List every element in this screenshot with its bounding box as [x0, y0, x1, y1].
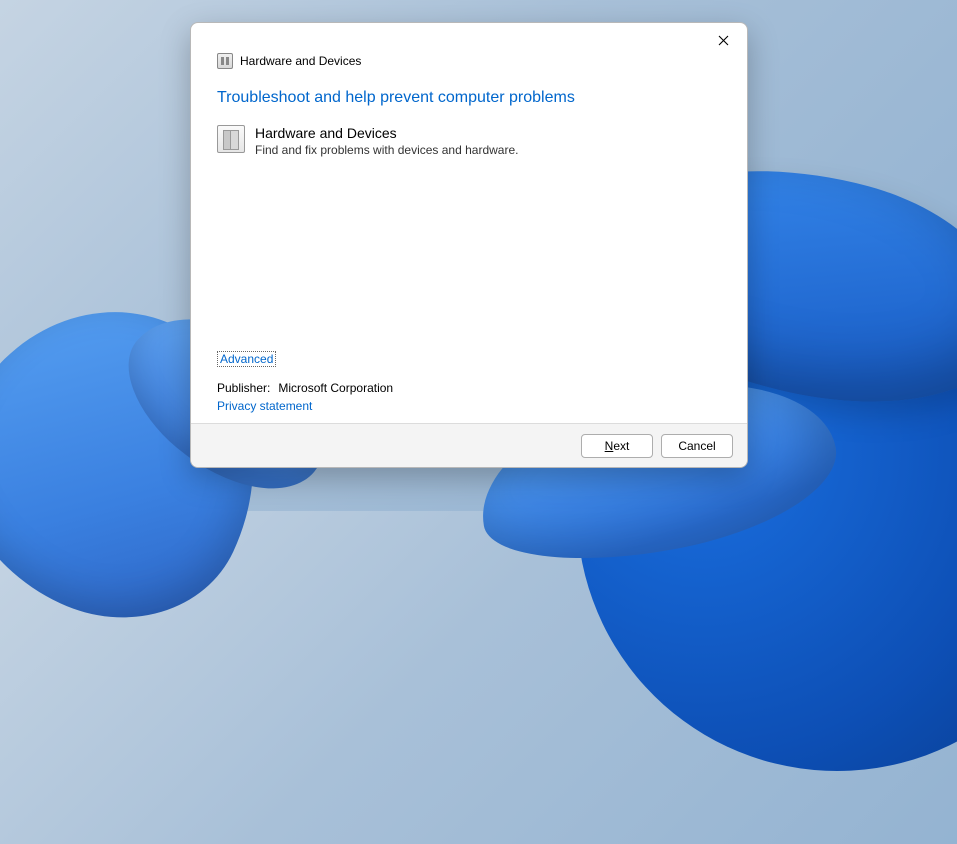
- next-button-rest: ext: [613, 439, 629, 453]
- hardware-devices-icon: [217, 53, 233, 69]
- publisher-row: Publisher: Microsoft Corporation: [217, 381, 721, 395]
- troubleshooter-dialog: Hardware and Devices Troubleshoot and he…: [190, 22, 748, 468]
- troubleshooter-title: Hardware and Devices: [255, 125, 518, 142]
- publisher-label: Publisher:: [217, 381, 270, 395]
- advanced-link[interactable]: Advanced: [217, 351, 276, 367]
- dialog-footer: Next Cancel: [191, 423, 747, 467]
- next-button-hotkey: N: [605, 439, 614, 453]
- main-heading: Troubleshoot and help prevent computer p…: [217, 89, 721, 107]
- spacer: [217, 157, 721, 351]
- window-header: Hardware and Devices: [191, 53, 747, 69]
- troubleshooter-item: Hardware and Devices Find and fix proble…: [217, 125, 721, 157]
- cancel-button[interactable]: Cancel: [661, 434, 733, 458]
- publisher-value: Microsoft Corporation: [278, 381, 393, 395]
- next-button[interactable]: Next: [581, 434, 653, 458]
- window-title: Hardware and Devices: [240, 54, 361, 68]
- close-icon: [718, 35, 729, 46]
- troubleshooter-text: Hardware and Devices Find and fix proble…: [255, 125, 518, 157]
- troubleshooter-description: Find and fix problems with devices and h…: [255, 143, 518, 157]
- dialog-content: Troubleshoot and help prevent computer p…: [191, 69, 747, 423]
- hardware-devices-large-icon: [217, 125, 245, 153]
- titlebar: [191, 23, 747, 57]
- privacy-statement-link[interactable]: Privacy statement: [217, 399, 312, 413]
- close-button[interactable]: [705, 26, 741, 54]
